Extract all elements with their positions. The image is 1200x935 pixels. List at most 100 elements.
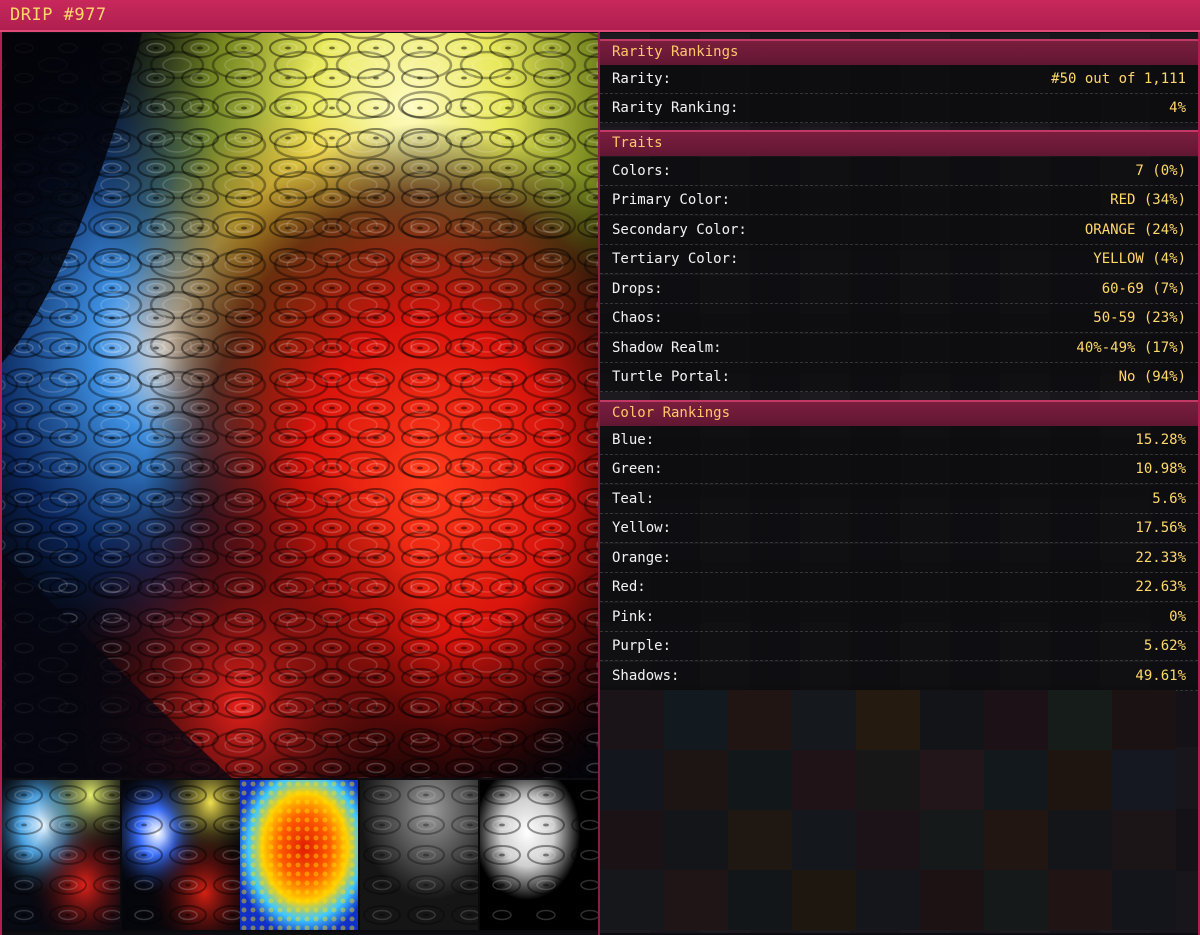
trait-value: 50-59 (23%) <box>1093 310 1186 326</box>
color-row-orange: Orange: 22.33% <box>600 544 1198 573</box>
trait-label: Shadow Realm: <box>612 340 722 356</box>
color-label: Red: <box>612 579 646 595</box>
collection-mosaic <box>600 690 1198 933</box>
mosaic-tile <box>920 870 984 930</box>
trait-row-turtle-portal: Turtle Portal: No (94%) <box>600 363 1198 392</box>
window-title: DRIP #977 <box>10 5 107 25</box>
trait-value: 40%-49% (17%) <box>1076 340 1186 356</box>
mosaic-tile <box>792 810 856 870</box>
trait-label: Chaos: <box>612 310 663 326</box>
color-label: Green: <box>612 461 663 477</box>
mosaic-tile <box>984 750 1048 810</box>
rarity-value: #50 out of 1,111 <box>1051 71 1186 87</box>
thumb-threshold[interactable] <box>480 780 598 930</box>
mosaic-tile <box>984 870 1048 930</box>
color-row-pink: Pink: 0% <box>600 603 1198 632</box>
thumb-grayscale[interactable] <box>360 780 478 930</box>
color-value: 0% <box>1169 609 1186 625</box>
mosaic-tile <box>856 870 920 930</box>
thumb-saturated[interactable] <box>122 780 240 930</box>
trait-value: 7 (0%) <box>1135 163 1186 179</box>
color-label: Yellow: <box>612 520 672 536</box>
thumb-heatmap-image <box>240 780 358 930</box>
mosaic-tile <box>600 810 664 870</box>
color-row-blue: Blue: 15.28% <box>600 426 1198 455</box>
mosaic-tile <box>1048 870 1112 930</box>
mosaic-tile <box>1048 810 1112 870</box>
thumb-threshold-image <box>480 780 598 930</box>
mosaic-tile <box>792 750 856 810</box>
trait-label: Colors: <box>612 163 672 179</box>
mosaic-tile <box>792 870 856 930</box>
thumb-original[interactable] <box>2 780 120 930</box>
trait-label: Turtle Portal: <box>612 369 731 385</box>
thumb-saturated-image <box>122 780 240 930</box>
mosaic-tile <box>856 750 920 810</box>
trait-label: Drops: <box>612 281 663 297</box>
mosaic-tile <box>1112 870 1176 930</box>
info-panel: Rarity Rankings Rarity: #50 out of 1,111… <box>600 33 1198 933</box>
traits-header: Traits <box>600 130 1198 156</box>
color-value: 5.6% <box>1152 491 1186 507</box>
mosaic-tile <box>664 810 728 870</box>
rarity-ranking-value: 4% <box>1169 100 1186 116</box>
mosaic-tile <box>792 690 856 750</box>
title-bar: DRIP #977 <box>0 0 1200 32</box>
mosaic-tile <box>1112 690 1176 750</box>
color-value: 49.61% <box>1135 668 1186 684</box>
color-value: 22.33% <box>1135 550 1186 566</box>
trait-value: No (94%) <box>1118 369 1186 385</box>
color-rankings-heading: Color Rankings <box>612 405 731 421</box>
trait-value: YELLOW (4%) <box>1093 251 1186 267</box>
mosaic-tile <box>664 690 728 750</box>
drip-viewer-window: DRIP #977 Rarity Rankings Rarity: #50 ou… <box>0 0 1200 935</box>
mosaic-tile <box>920 810 984 870</box>
mosaic-tile <box>920 690 984 750</box>
rain-puddle-artwork <box>2 33 598 778</box>
mosaic-tile <box>728 870 792 930</box>
color-value: 17.56% <box>1135 520 1186 536</box>
color-label: Shadows: <box>612 668 680 684</box>
trait-row-drops: Drops: 60-69 (7%) <box>600 275 1198 304</box>
mosaic-tile <box>984 690 1048 750</box>
color-label: Pink: <box>612 609 655 625</box>
color-value: 15.28% <box>1135 432 1186 448</box>
trait-label: Tertiary Color: <box>612 251 739 267</box>
trait-row-shadow-realm: Shadow Realm: 40%-49% (17%) <box>600 334 1198 363</box>
trait-value: 60-69 (7%) <box>1101 281 1186 297</box>
rarity-label: Rarity: <box>612 71 672 87</box>
rarity-row: Rarity: #50 out of 1,111 <box>600 65 1198 94</box>
rarity-ranking-row: Rarity Ranking: 4% <box>600 94 1198 123</box>
color-row-teal: Teal: 5.6% <box>600 485 1198 514</box>
mosaic-tile <box>728 810 792 870</box>
traits-heading: Traits <box>612 135 663 151</box>
color-value: 22.63% <box>1135 579 1186 595</box>
thumb-heatmap[interactable] <box>240 780 358 930</box>
mosaic-tile <box>1112 810 1176 870</box>
mosaic-tile <box>600 750 664 810</box>
mosaic-tile <box>856 810 920 870</box>
trait-label: Primary Color: <box>612 192 731 208</box>
color-label: Blue: <box>612 432 655 448</box>
trait-value: ORANGE (24%) <box>1084 222 1186 238</box>
mosaic-tile <box>728 690 792 750</box>
color-value: 10.98% <box>1135 461 1186 477</box>
mosaic-tile <box>1112 750 1176 810</box>
trait-row-primary-color: Primary Color: RED (34%) <box>600 186 1198 215</box>
color-label: Teal: <box>612 491 655 507</box>
rarity-rankings-heading: Rarity Rankings <box>612 44 739 60</box>
artwork-image[interactable] <box>2 33 598 778</box>
color-label: Orange: <box>612 550 672 566</box>
color-row-shadows: Shadows: 49.61% <box>600 662 1198 691</box>
trait-row-chaos: Chaos: 50-59 (23%) <box>600 304 1198 333</box>
color-row-yellow: Yellow: 17.56% <box>600 514 1198 543</box>
trait-label: Secondary Color: <box>612 222 747 238</box>
mosaic-tile <box>1048 690 1112 750</box>
mosaic-tile <box>664 750 728 810</box>
trait-row-tertiary-color: Tertiary Color: YELLOW (4%) <box>600 245 1198 274</box>
thumbnail-strip <box>2 780 598 932</box>
color-row-green: Green: 10.98% <box>600 455 1198 484</box>
mosaic-tile <box>1048 750 1112 810</box>
trait-row-colors: Colors: 7 (0%) <box>600 157 1198 186</box>
mosaic-tile <box>984 810 1048 870</box>
